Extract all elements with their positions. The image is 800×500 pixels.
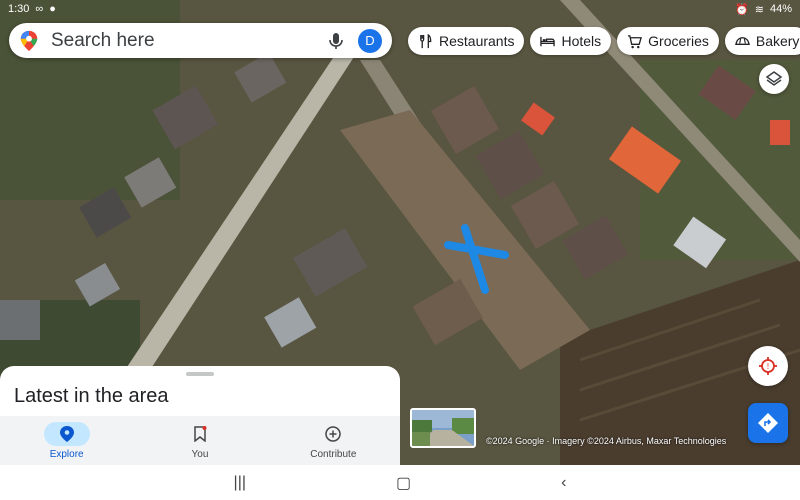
sheet-title: Latest in the area xyxy=(14,385,169,407)
chip-label: Restaurants xyxy=(439,33,515,49)
my-location-button[interactable]: ! xyxy=(748,346,788,386)
chip-label: Hotels xyxy=(561,33,602,49)
microphone-icon[interactable] xyxy=(326,31,346,51)
status-time: 1:30 xyxy=(8,3,30,15)
svg-text:!: ! xyxy=(767,362,769,371)
tab-explore[interactable]: Explore xyxy=(0,416,133,466)
add-circle-icon xyxy=(325,426,342,442)
system-nav-bar: ||| ▢ ‹ xyxy=(0,465,800,500)
google-maps-pin-icon xyxy=(20,30,38,51)
recents-icon[interactable]: ||| xyxy=(234,474,246,492)
search-bar[interactable]: Search here D xyxy=(9,23,392,58)
chip-label: Groceries xyxy=(648,33,709,49)
street-view-thumbnail[interactable] xyxy=(410,408,476,448)
home-icon[interactable]: ▢ xyxy=(396,473,411,493)
directions-button[interactable] xyxy=(748,403,788,443)
bottom-tab-bar: Explore You Contribute xyxy=(0,416,400,466)
street-view-preview xyxy=(412,410,474,446)
chip-groceries[interactable]: Groceries xyxy=(617,27,719,55)
layers-icon xyxy=(765,71,783,86)
bed-icon xyxy=(540,36,556,46)
back-icon[interactable]: ‹ xyxy=(561,474,566,492)
map-copyright: ©2024 Google · Imagery ©2024 Airbus, Max… xyxy=(486,436,727,446)
search-input[interactable]: Search here xyxy=(51,30,326,52)
bakery-icon xyxy=(734,36,750,45)
notification-icon: ● xyxy=(49,3,56,15)
chip-label: Bakery xyxy=(755,33,800,49)
tab-label: You xyxy=(191,449,209,460)
wifi-icon: ≋ xyxy=(754,3,764,16)
battery-level: 44% xyxy=(769,3,792,15)
location-target-icon: ! xyxy=(759,357,777,375)
status-bar: 1:30 ∞ ● ⏰ ≋ 44% xyxy=(0,0,800,18)
chip-restaurants[interactable]: Restaurants xyxy=(408,27,525,55)
tab-you[interactable]: You xyxy=(133,416,266,466)
chip-bakery[interactable]: Bakery xyxy=(724,27,800,55)
cart-icon xyxy=(628,34,643,48)
alarm-icon: ⏰ xyxy=(735,3,749,16)
tab-label: Contribute xyxy=(310,449,357,460)
layers-button[interactable] xyxy=(759,64,789,94)
directions-icon xyxy=(758,413,778,433)
bottom-sheet[interactable]: Latest in the area Explore You Contribut… xyxy=(0,366,400,466)
infinity-icon: ∞ xyxy=(35,3,44,15)
tab-contribute[interactable]: Contribute xyxy=(267,416,400,466)
chip-hotels[interactable]: Hotels xyxy=(530,27,612,55)
location-pin-icon xyxy=(59,426,74,442)
bookmark-icon xyxy=(194,426,207,442)
category-chips: Restaurants Hotels Groceries Bakery xyxy=(408,27,800,55)
sheet-drag-handle[interactable] xyxy=(186,372,214,376)
account-avatar[interactable]: D xyxy=(358,28,382,53)
tab-label: Explore xyxy=(49,449,84,460)
fork-knife-icon xyxy=(420,33,432,48)
